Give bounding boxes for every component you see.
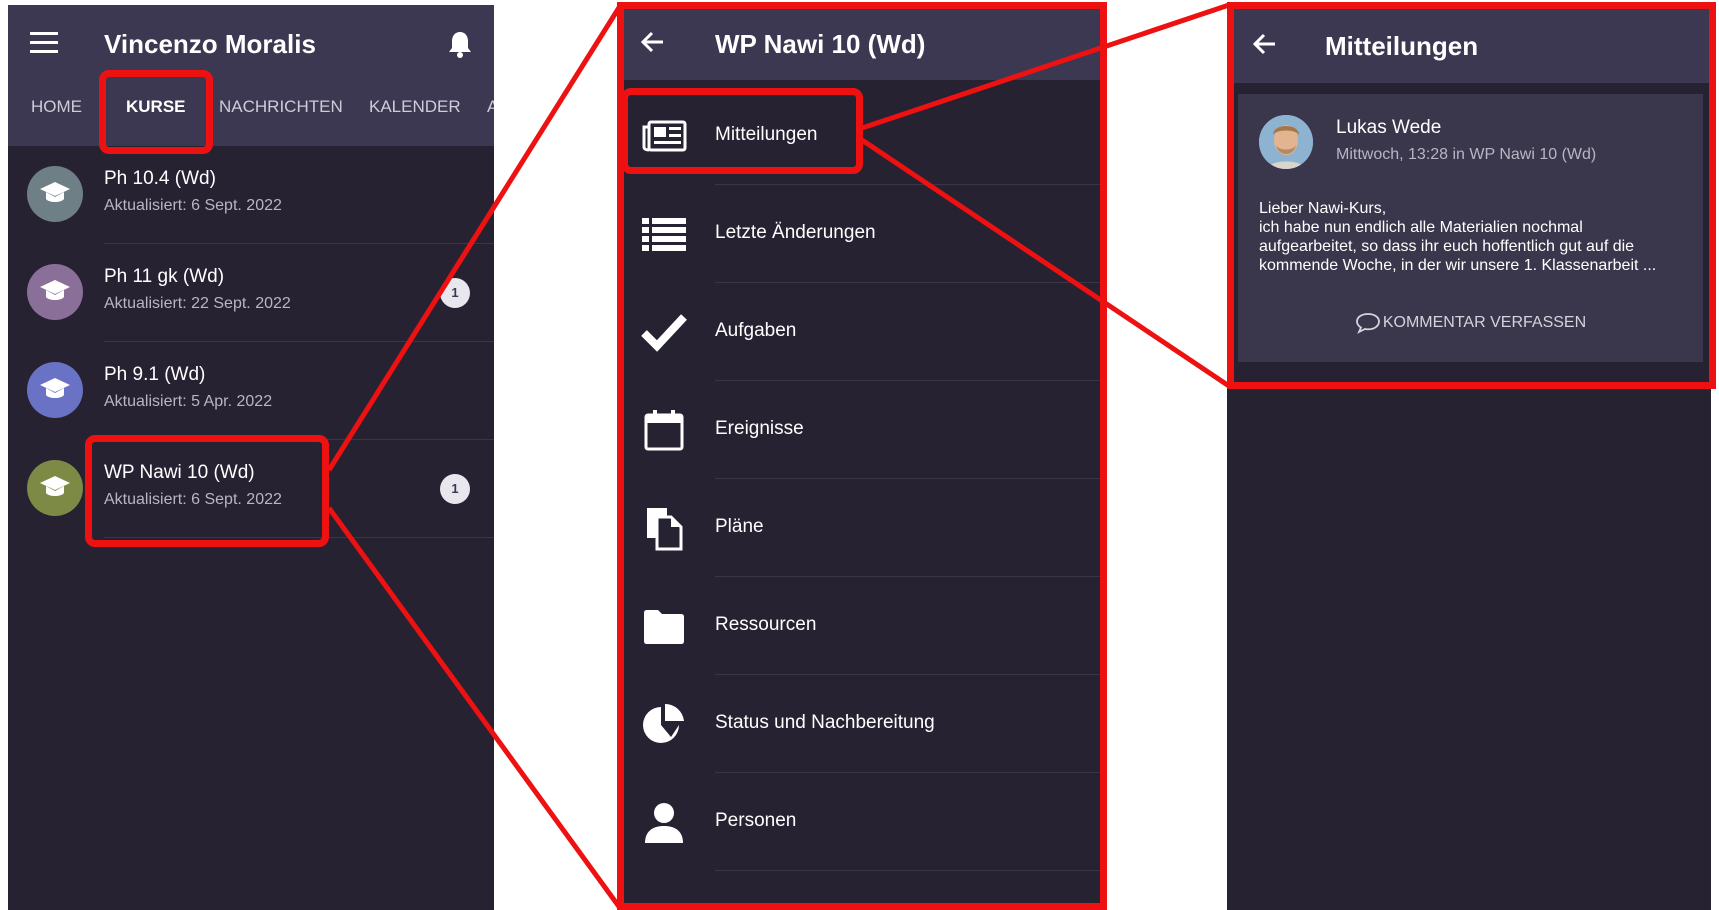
connector-lines bbox=[326, 2, 1231, 910]
